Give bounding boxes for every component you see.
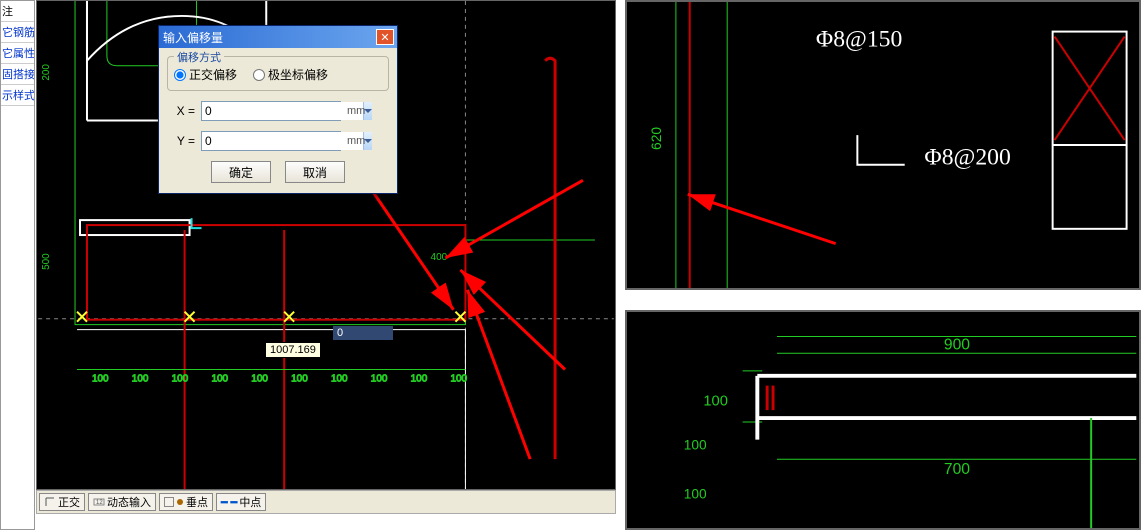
- svg-text:100: 100: [92, 373, 109, 384]
- x-combo[interactable]: [201, 101, 341, 121]
- side-panel: 注 它钢筋 它属性 固搭接 示样式: [0, 0, 35, 530]
- dyn-input-toggle[interactable]: 12动态输入: [88, 493, 156, 511]
- svg-text:100: 100: [684, 437, 707, 452]
- svg-text:100: 100: [450, 373, 467, 384]
- x-unit: mm: [347, 105, 365, 117]
- svg-text:Φ8@150: Φ8@150: [816, 26, 902, 52]
- radio-ortho-input[interactable]: [174, 69, 186, 81]
- tooltip: 1007.169: [265, 342, 321, 358]
- group-legend: 偏移方式: [174, 49, 224, 65]
- side-item[interactable]: 示样式: [1, 85, 34, 106]
- aux-viewport-2[interactable]: 900 100 100 100 700: [625, 310, 1141, 530]
- svg-text:100: 100: [411, 373, 428, 384]
- svg-text:100: 100: [172, 373, 189, 384]
- svg-text:620: 620: [649, 127, 664, 150]
- dyn-icon: 12: [93, 496, 105, 508]
- dialog-title-text: 输入偏移量: [163, 29, 223, 46]
- command-line[interactable]: [36, 514, 616, 530]
- close-icon: ✕: [380, 31, 389, 44]
- svg-text:Φ8@200: Φ8@200: [924, 145, 1010, 171]
- ortho-toggle[interactable]: 正交: [39, 493, 85, 511]
- ortho-icon: [44, 496, 56, 508]
- y-unit: mm: [347, 135, 365, 147]
- svg-text:12: 12: [96, 500, 103, 506]
- svg-text:900: 900: [944, 336, 970, 353]
- offset-dialog: 输入偏移量 ✕ 偏移方式 正交偏移 极坐标偏移 X = mm Y = mm: [158, 25, 398, 194]
- side-item[interactable]: 固搭接: [1, 64, 34, 85]
- svg-text:100: 100: [703, 393, 728, 409]
- svg-text:100: 100: [291, 373, 308, 384]
- svg-text:500: 500: [41, 253, 52, 270]
- svg-text:700: 700: [944, 461, 970, 478]
- svg-text:100: 100: [684, 487, 707, 502]
- aux-viewport-1[interactable]: 620 Φ8@150 Φ8@200: [625, 0, 1141, 290]
- y-combo[interactable]: [201, 131, 341, 151]
- cancel-button[interactable]: 取消: [285, 161, 345, 183]
- radio-ortho[interactable]: 正交偏移: [174, 66, 237, 83]
- perp-snap[interactable]: 垂点: [159, 493, 213, 511]
- svg-text:100: 100: [251, 373, 268, 384]
- side-item[interactable]: 它钢筋: [1, 22, 34, 43]
- ok-button[interactable]: 确定: [211, 161, 271, 183]
- svg-text:100: 100: [371, 373, 388, 384]
- dialog-titlebar[interactable]: 输入偏移量 ✕: [159, 26, 397, 48]
- side-item[interactable]: 它属性: [1, 43, 34, 64]
- svg-text:100: 100: [132, 373, 149, 384]
- status-bar: 正交 12动态输入 垂点 ━ ━中点: [36, 490, 616, 514]
- side-item[interactable]: 注: [1, 1, 34, 22]
- radio-polar[interactable]: 极坐标偏移: [253, 66, 328, 83]
- perp-icon: [164, 497, 174, 507]
- dynamic-coord-box: 0: [333, 326, 393, 340]
- mid-icon: ━ ━: [221, 496, 237, 509]
- svg-text:400: 400: [431, 252, 448, 263]
- mid-snap[interactable]: ━ ━中点: [216, 493, 266, 511]
- y-input[interactable]: [202, 132, 363, 150]
- y-label: Y =: [167, 134, 195, 148]
- x-label: X =: [167, 104, 195, 118]
- offset-mode-group: 偏移方式 正交偏移 极坐标偏移: [167, 56, 389, 91]
- x-input[interactable]: [202, 102, 363, 120]
- close-button[interactable]: ✕: [376, 29, 394, 45]
- svg-text:100: 100: [331, 373, 348, 384]
- radio-polar-input[interactable]: [253, 69, 265, 81]
- svg-text:200: 200: [41, 64, 52, 81]
- svg-text:100: 100: [211, 373, 228, 384]
